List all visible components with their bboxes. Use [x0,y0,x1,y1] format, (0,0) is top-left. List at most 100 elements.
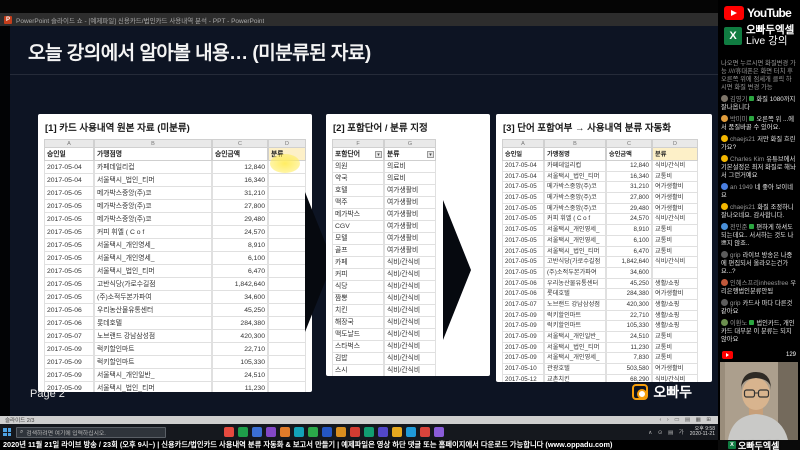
table-row: 2017-05-05 서울택시_개인영세_ 6,100 [44,252,306,265]
table-row: 2017-05-07 노브랜드 강남삼성점 420,300 [44,330,306,343]
avatar [721,279,728,286]
taskbar-search-input[interactable]: ⌕ 검색하려면 여기에 입력하십시오. [16,426,166,438]
taskbar-app-icon[interactable] [322,427,332,437]
chat-message: grip 라이브 방송은 나중에 편집되서 올라오는건가요...? [721,251,797,276]
table-row: 2017-05-05 서울택시_개인영세_ 8,910 [44,239,306,252]
live-chat[interactable]: 나오면 누르시면 화질변경 가능 ////휴대폰은 화면 터치 후 오른쪽 위에… [718,58,800,348]
taskbar-app-icon[interactable] [280,427,290,437]
table-row: 2017-05-05 (주)소적두본가파여 34,600 [44,291,306,304]
taskbar-app-icon[interactable] [364,427,374,437]
channel-header[interactable]: X 오빠두엑셀 Live 강의 [718,20,800,47]
webcam-video [720,362,798,440]
member-badge-icon [749,116,755,121]
table-row: 2017-05-05 고반식당(가로수길점 1,842,640 [44,278,306,291]
table-row: 2017-05-05 서울택시_개인영세_ 6,100 교통비 [502,235,698,247]
stream-info-text: 2020년 11월 21일 라이브 방송 / 23회 (오후 9시~) | 신용… [3,440,613,449]
chat-message: 인혜스프리inheesfree 우리은행법인분류안됨 [721,279,797,296]
chat-message: grip 카드사 마다 다른것같아요 [721,299,797,316]
section-2-title: [2] 포함단어 / 분류 지정 [333,123,428,134]
taskbar-app-icon[interactable] [308,427,318,437]
viewer-count-row: 129 [718,349,800,360]
table-row: 카페 식비/간식비 [332,257,436,269]
taskbar-app-icon[interactable] [378,427,388,437]
chat-message: chaejs21 화질 조정하니 잘나오네요. 감사합니다. [721,203,797,220]
table-row: 2017-05-09 럭키할인마트 105,330 생활/쇼핑 [502,321,698,332]
table-row: 2017-05-05 고반식당(가로수길점 1,842,640 식비/간식비 [502,257,698,268]
chat-username: 인혜스프리inheesfree [730,280,789,287]
taskbar-app-icon[interactable] [224,427,234,437]
windows-taskbar: ⌕ 검색하려면 여기에 입력하십시오. ∧ ⊙ ▤ 가 오후 9:58 2020… [0,424,718,440]
section-3-panel: [3] 단어 포함여부 → 사용내역 분류 자동화 A B C D 승인일 가맹점명 승인금… [496,114,712,382]
oppadu-logo-text: 오빠두 [653,384,692,400]
taskbar-app-icon[interactable] [252,427,262,437]
table-row: 2017-05-06 우리농산물유통센터 45,250 [44,304,306,317]
table-row: 약국 의료비 [332,173,436,185]
start-button[interactable] [0,424,14,440]
section-1-title: [1] 카드 사용내역 원본 자료 (미분류) [45,123,190,134]
section-3-title: [3] 단어 포함여부 → 사용내역 분류 자동화 [503,123,672,134]
table-row: 2017-05-09 럭키할인마트 22,710 생활/쇼핑 [502,310,698,322]
column-letters: ABCD [44,139,306,148]
member-badge-icon [749,96,755,101]
table-header-row: 포함단어 ▾ 분류 ▾ [332,148,436,161]
table-row: 의원 의료비 [332,161,436,173]
taskbar-app-icon[interactable] [392,427,402,437]
table-row: 2017-05-05 서울택시_법인_티머 6,470 교통비 [502,246,698,258]
table-row: 2017-05-09 럭키할인마트 105,330 [44,356,306,369]
taskbar-app-icon[interactable] [350,427,360,437]
taskbar-app-icon[interactable] [294,427,304,437]
oppadu-logo-icon [632,384,649,400]
table-row: 2017-05-04 서울택시_법인_티머 16,340 교통비 [502,171,698,183]
table-row: 2017-05-09 서울택시_개인일반_ 24,510 교통비 [502,332,698,343]
table-row: 2017-05-04 카페데일리컵 12,840 [44,161,306,174]
taskbar-app-icon[interactable] [420,427,430,437]
chat-username: grip [730,300,741,307]
taskbar-app-icon[interactable] [266,427,276,437]
table-raw-unclassified: ABCD승인일가맹점명승인금액분류2017-05-04카페데일리컵12,840 2… [44,139,306,392]
title-divider [10,74,718,75]
table-row: 2017-05-07 노브랜드 강남삼성점 420,300 생활/쇼핑 [502,299,698,311]
table-row: 2017-05-05 메가박스중앙(주)코 29,480 [44,213,306,226]
taskbar-app-icon[interactable] [336,427,346,437]
filter-dropdown-icon[interactable]: ▾ [375,150,382,158]
avatar [721,299,728,306]
table-row: 2017-05-09 서울택시_개인영세_ 7,830 교통비 [502,353,698,365]
taskbar-app-icon[interactable] [238,427,248,437]
arrow-right-icon [443,199,471,341]
chat-username: 이환노 [730,320,748,327]
chat-message: an 1949 네 좋아 보이네요 [721,183,797,200]
clock-date: 2020-11-21 [689,431,715,437]
chat-text: 나오면 누르시면 화질변경 가능 ////휴대폰은 화면 터치 후 오른쪽 위에… [721,60,796,91]
window-titlebar: P PowerPoint 슬라이드 쇼 - [예제파일] 신용카드/법인카드 사… [0,13,718,26]
member-badge-icon [749,320,755,325]
taskbar-clock[interactable]: 오후 9:58 2020-11-21 [689,426,715,438]
stream-info-banner: 2020년 11월 21일 라이브 방송 / 23회 (오후 9시~) | 신용… [0,440,800,450]
table-row: 2017-05-10 관광호텔 503,580 여가생활비 [502,364,698,375]
highlight-ellipse [270,154,300,173]
table-row: 2017-05-06 롯데호텔 284,380 [44,317,306,330]
window-top-strip [0,0,800,13]
stream-sidebar: YouTube X 오빠두엑셀 Live 강의 나오면 누르시면 화질변경 가능… [718,0,800,450]
system-tray[interactable]: ∧ ⊙ ▤ 가 오후 9:58 2020-11-21 [648,424,715,440]
slide-counter: 슬라이드 2/3 [5,418,35,424]
filter-dropdown-icon[interactable]: ▾ [427,150,434,158]
table-row: 식당 식비/간식비 [332,281,436,293]
view-mode-icons[interactable]: ‹ › ▭ ▤ ▦ ⊞ [659,417,713,423]
window-title: PowerPoint 슬라이드 쇼 - [예제파일] 신용카드/법인카드 사용내… [16,17,265,25]
table-row: CGV 여가생활비 [332,221,436,233]
table-header-row: 승인일가맹점명승인금액분류 [502,148,698,161]
powerpoint-statusbar: 슬라이드 2/3 ‹ › ▭ ▤ ▦ ⊞ [0,416,718,424]
table-row: 2017-05-09 럭키할인마트 22,710 [44,343,306,356]
chat-username: an 1949 [730,184,753,191]
youtube-logo[interactable]: YouTube [718,0,800,20]
taskbar-app-icon[interactable] [406,427,416,437]
avatar [721,251,728,258]
page-label: Page 2 [30,388,65,400]
taskbar-app-icon[interactable] [434,427,444,437]
channel-subtitle: Live 강의 [746,35,788,47]
table-row: 2017-05-04 카페데일리컵 12,840 식비/간식비 [502,161,698,172]
table-header-row: 승인일가맹점명승인금액분류 [44,148,306,161]
table-row: 2017-05-09 서울택시_법인_티머 11,230 [44,382,306,392]
chat-username: chaejs21 [730,136,756,143]
table-row: 김밥 식비/간식비 [332,353,436,365]
